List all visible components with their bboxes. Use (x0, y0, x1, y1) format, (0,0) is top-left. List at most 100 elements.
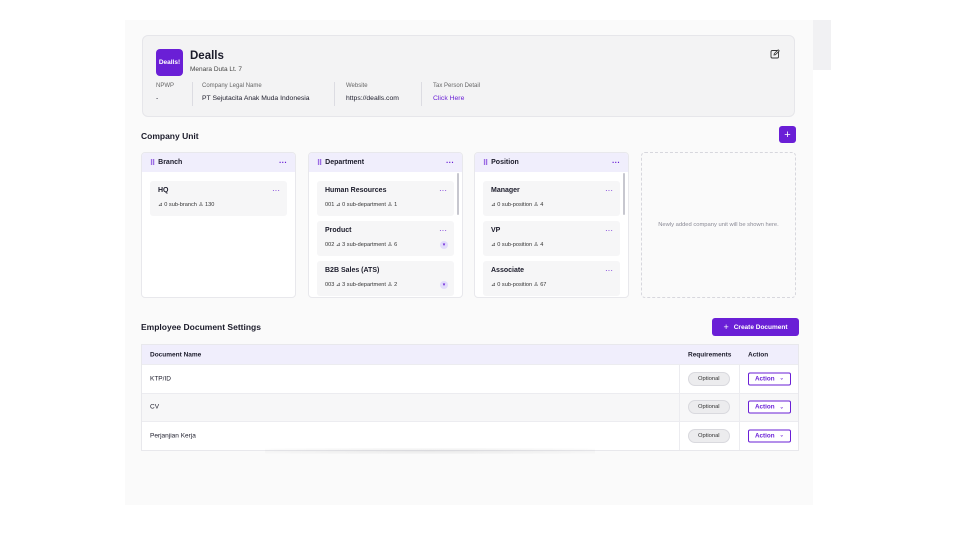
department-column: ⠿ Department ··· Human Resources 001 ⊿ 0… (308, 152, 463, 298)
divider (679, 365, 680, 393)
chevron-down-icon[interactable]: ▾ (440, 281, 448, 289)
background-shade (813, 20, 831, 70)
legal-name-value: PT Sejutacita Anak Muda Indonesia (202, 95, 310, 102)
new-unit-placeholder: Newly added company unit will be shown h… (641, 152, 796, 298)
more-options-icon[interactable]: ··· (605, 266, 613, 275)
scroll-shadow (265, 448, 595, 454)
divider (192, 82, 193, 106)
divider (421, 82, 422, 106)
legal-name-field: Company Legal Name PT Sejutacita Anak Mu… (202, 83, 310, 102)
chevron-down-icon: ⌄ (779, 375, 784, 382)
divider (739, 422, 740, 450)
more-options-icon[interactable]: ··· (446, 158, 454, 167)
scrollbar[interactable] (623, 173, 625, 215)
legal-name-label: Company Legal Name (202, 83, 262, 89)
action-dropdown[interactable]: Action ⌄ (748, 429, 791, 443)
unit-item[interactable]: Associate ⊿ 0 sub-position ♙ 67 ··· (483, 261, 620, 296)
more-options-icon[interactable]: ··· (279, 158, 287, 167)
company-address: Menara Duta Lt. 7 (190, 66, 243, 73)
tax-person-link[interactable]: Click Here (433, 95, 480, 102)
npwp-label: NPWP (156, 83, 174, 89)
company-card: Dealls! Dealls Menara Duta Lt. 7 NPWP - … (142, 35, 795, 117)
table-row: Perjanjian Kerja Optional Action ⌄ (142, 421, 798, 450)
more-options-icon[interactable]: ··· (612, 158, 620, 167)
requirement-badge: Optional (688, 428, 730, 443)
divider (739, 365, 740, 393)
add-company-unit-button[interactable]: + (779, 126, 796, 143)
table-row: KTP/ID Optional Action ⌄ (142, 364, 798, 393)
document-settings-title: Employee Document Settings (141, 322, 261, 332)
more-options-icon[interactable]: ··· (605, 226, 613, 235)
unit-item[interactable]: B2B Sales (ATS) 003 ⊿ 3 sub-department ♙… (317, 261, 454, 296)
document-name: KTP/ID (150, 375, 171, 383)
unit-item-name: Manager (491, 187, 520, 194)
branch-column: ⠿ Branch ··· HQ ⊿ 0 sub-branch ♙ 130 ··· (141, 152, 296, 298)
website-value: https://dealls.com (346, 95, 399, 102)
unit-item-name: Associate (491, 267, 525, 274)
branch-column-header: ⠿ Branch ··· (142, 153, 295, 172)
chevron-down-icon: ⌄ (779, 432, 784, 439)
position-column-header: ⠿ Position ··· (475, 153, 628, 172)
unit-item[interactable]: HQ ⊿ 0 sub-branch ♙ 130 ··· (150, 181, 287, 216)
action-dropdown[interactable]: Action ⌄ (748, 372, 791, 386)
table-header: Document Name Requirements Action (142, 345, 798, 364)
company-unit-title: Company Unit (141, 131, 199, 141)
document-name: CV (150, 403, 160, 411)
scrollbar[interactable] (457, 173, 459, 215)
company-logo: Dealls! (156, 49, 183, 76)
action-dropdown[interactable]: Action ⌄ (748, 400, 791, 414)
more-options-icon[interactable]: ··· (439, 186, 447, 195)
department-column-title: Department (325, 159, 365, 166)
unit-item-meta: ⊿ 0 sub-position ♙ 4 (491, 242, 544, 248)
unit-item-meta: ⊿ 0 sub-position ♙ 4 (491, 202, 544, 208)
create-document-label: Create Document (733, 323, 788, 331)
divider (334, 82, 335, 106)
drag-handle-icon[interactable]: ⠿ (150, 159, 155, 167)
npwp-field: NPWP - (156, 83, 174, 102)
drag-handle-icon[interactable]: ⠿ (317, 159, 322, 167)
requirement-label: Optional (688, 400, 730, 415)
document-name: Perjanjian Kerja (150, 432, 196, 440)
table-row: CV Optional Action ⌄ (142, 392, 798, 421)
unit-item[interactable]: Human Resources 001 ⊿ 0 sub-department ♙… (317, 181, 454, 216)
requirement-label: Optional (688, 428, 730, 443)
drag-handle-icon[interactable]: ⠿ (483, 159, 488, 167)
more-options-icon[interactable]: ··· (439, 226, 447, 235)
divider (679, 393, 680, 421)
unit-item-meta: ⊿ 0 sub-branch ♙ 130 (158, 202, 215, 208)
website-field: Website https://dealls.com (346, 83, 399, 102)
plus-icon: + (723, 322, 729, 332)
divider (739, 393, 740, 421)
column-header-document-name: Document Name (150, 351, 202, 358)
unit-item[interactable]: Product 002 ⊿ 3 sub-department ♙ 6 ··· ▾ (317, 221, 454, 256)
action-label: Action (755, 432, 775, 440)
more-options-icon[interactable]: ··· (605, 186, 613, 195)
edit-icon[interactable] (770, 49, 780, 59)
unit-item-name: VP (491, 227, 501, 234)
unit-item-name: HQ (158, 187, 169, 194)
unit-item[interactable]: Manager ⊿ 0 sub-position ♙ 4 ··· (483, 181, 620, 216)
create-document-button[interactable]: + Create Document (712, 318, 799, 336)
document-table: Document Name Requirements Action KTP/ID… (141, 344, 799, 451)
unit-item-meta: 002 ⊿ 3 sub-department ♙ 6 (325, 242, 398, 248)
tax-person-label: Tax Person Detail (433, 83, 481, 89)
unit-item-name: Human Resources (325, 187, 387, 194)
column-header-requirements: Requirements (688, 351, 732, 358)
tax-person-field: Tax Person Detail Click Here (433, 83, 480, 102)
company-name: Dealls (190, 50, 224, 62)
unit-item[interactable]: VP ⊿ 0 sub-position ♙ 4 ··· (483, 221, 620, 256)
npwp-value: - (156, 95, 159, 102)
divider (679, 422, 680, 450)
unit-item-meta: ⊿ 0 sub-position ♙ 67 (491, 282, 547, 288)
unit-item-meta: 003 ⊿ 3 sub-department ♙ 2 (325, 282, 398, 288)
branch-column-title: Branch (158, 159, 183, 166)
website-label: Website (346, 83, 368, 89)
settings-page: Dealls! Dealls Menara Duta Lt. 7 NPWP - … (125, 20, 813, 505)
action-label: Action (755, 403, 775, 411)
unit-item-name: B2B Sales (ATS) (325, 267, 380, 274)
chevron-down-icon: ⌄ (779, 404, 784, 411)
unit-item-meta: 001 ⊿ 0 sub-department ♙ 1 (325, 202, 398, 208)
chevron-down-icon[interactable]: ▾ (440, 241, 448, 249)
requirement-label: Optional (688, 371, 730, 386)
more-options-icon[interactable]: ··· (272, 186, 280, 195)
